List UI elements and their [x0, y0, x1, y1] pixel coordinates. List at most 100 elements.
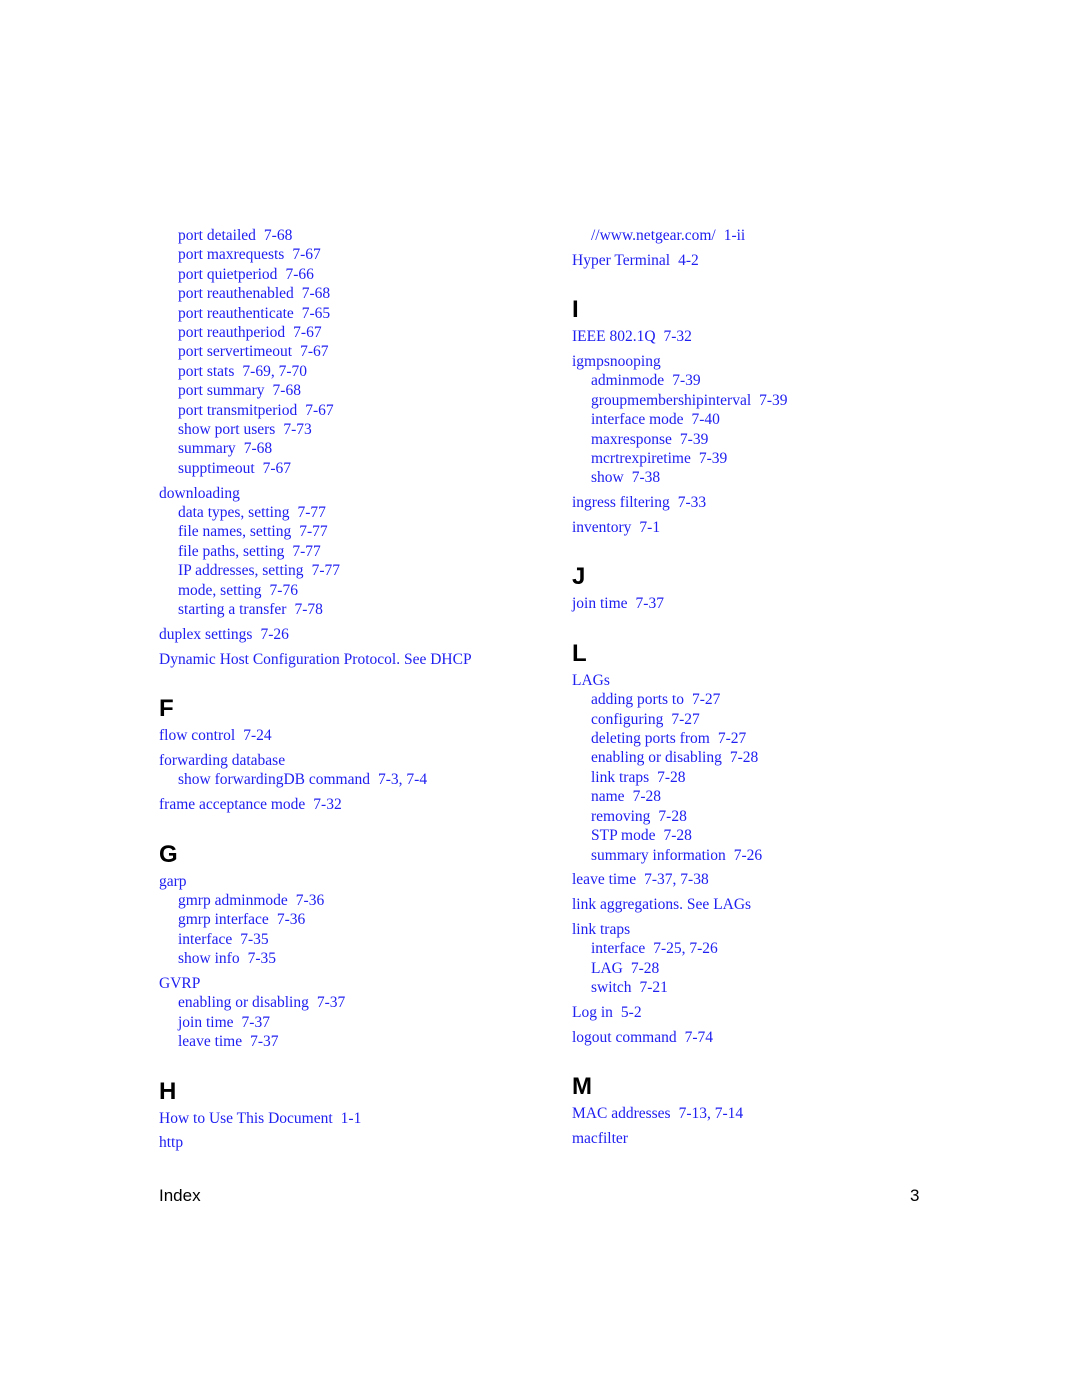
index-page-ref[interactable]: 7-39	[699, 450, 727, 467]
index-term[interactable]: port transmitperiod	[178, 402, 297, 419]
index-entry[interactable]: join time 7-37	[572, 594, 952, 613]
index-page-ref[interactable]: 7-28	[730, 749, 758, 766]
index-subentry[interactable]: show port users 7-73	[159, 420, 549, 439]
index-page-ref[interactable]: 7-73	[283, 421, 311, 438]
index-subentry[interactable]: switch 7-21	[572, 978, 952, 997]
index-page-ref[interactable]: 7-68	[264, 227, 292, 244]
index-term[interactable]: ingress filtering	[572, 494, 670, 511]
index-page-ref[interactable]: 7-67	[292, 246, 320, 263]
index-term[interactable]: garp	[159, 873, 187, 890]
index-subentry[interactable]: gmrp adminmode 7-36	[159, 891, 549, 910]
index-term[interactable]: mcrtrexpiretime	[591, 450, 691, 467]
index-subentry[interactable]: port stats 7-69, 7-70	[159, 362, 549, 381]
index-page-ref[interactable]: 7-68	[244, 440, 272, 457]
index-subentry[interactable]: IP addresses, setting 7-77	[159, 561, 549, 580]
index-term[interactable]: port servertimeout	[178, 343, 292, 360]
index-term[interactable]: port reauthperiod	[178, 324, 285, 341]
index-term[interactable]: Hyper Terminal	[572, 252, 670, 269]
index-entry[interactable]: Dynamic Host Configuration Protocol. See…	[159, 650, 549, 669]
index-page-ref[interactable]: 7-28	[631, 960, 659, 977]
index-subentry[interactable]: port transmitperiod 7-67	[159, 401, 549, 420]
index-term[interactable]: link traps	[591, 769, 649, 786]
index-subentry[interactable]: summary information 7-26	[572, 846, 952, 865]
index-term[interactable]: supptimeout	[178, 460, 255, 477]
index-term[interactable]: GVRP	[159, 975, 200, 992]
index-term[interactable]: summary information	[591, 847, 726, 864]
index-subentry[interactable]: show 7-38	[572, 468, 952, 487]
index-term[interactable]: port detailed	[178, 227, 256, 244]
index-term[interactable]: gmrp interface	[178, 911, 269, 928]
index-term[interactable]: show	[591, 469, 624, 486]
index-subentry[interactable]: STP mode 7-28	[572, 826, 952, 845]
index-term[interactable]: deleting ports from	[591, 730, 710, 747]
index-term[interactable]: interface	[178, 931, 232, 948]
index-page-ref[interactable]: 7-68	[302, 285, 330, 302]
index-subentry[interactable]: port reauthperiod 7-67	[159, 323, 549, 342]
index-term[interactable]: IEEE 802.1Q	[572, 328, 656, 345]
index-page-ref[interactable]: 7-33	[678, 494, 706, 511]
index-term[interactable]: leave time	[178, 1033, 242, 1050]
index-subentry[interactable]: interface 7-25, 7-26	[572, 939, 952, 958]
index-term[interactable]: leave time	[572, 871, 636, 888]
index-term[interactable]: groupmembershipinterval	[591, 392, 751, 409]
index-page-ref[interactable]: 7-65	[302, 305, 330, 322]
index-page-ref[interactable]: 7-67	[305, 402, 333, 419]
index-term[interactable]: macfilter	[572, 1130, 628, 1147]
index-entry[interactable]: LAGs	[572, 671, 952, 690]
index-subentry[interactable]: name 7-28	[572, 787, 952, 806]
index-subentry[interactable]: interface 7-35	[159, 930, 549, 949]
index-term[interactable]: inventory	[572, 519, 631, 536]
index-subentry[interactable]: enabling or disabling 7-37	[159, 993, 549, 1012]
index-page-ref[interactable]: 7-35	[248, 950, 276, 967]
index-page-ref[interactable]: 7-40	[692, 411, 720, 428]
index-term[interactable]: summary	[178, 440, 236, 457]
index-entry[interactable]: Log in 5-2	[572, 1003, 952, 1022]
index-term[interactable]: port maxrequests	[178, 246, 284, 263]
index-term[interactable]: logout command	[572, 1029, 677, 1046]
index-page-ref[interactable]: 7-27	[692, 691, 720, 708]
index-term[interactable]: IP addresses, setting	[178, 562, 304, 579]
index-term[interactable]: gmrp adminmode	[178, 892, 288, 909]
index-term[interactable]: data types, setting	[178, 504, 290, 521]
index-term[interactable]: interface mode	[591, 411, 684, 428]
index-page-ref[interactable]: 7-26	[260, 626, 288, 643]
index-term[interactable]: port reauthenabled	[178, 285, 294, 302]
index-page-ref[interactable]: 7-1	[639, 519, 660, 536]
index-page-ref[interactable]: 5-2	[621, 1004, 642, 1021]
index-page-ref[interactable]: 7-37, 7-38	[644, 871, 709, 888]
index-entry[interactable]: How to Use This Document 1-1	[159, 1109, 549, 1128]
index-page-ref[interactable]: 7-13, 7-14	[679, 1105, 744, 1122]
index-page-ref[interactable]: 7-27	[671, 711, 699, 728]
index-subentry[interactable]: summary 7-68	[159, 439, 549, 458]
index-entry[interactable]: frame acceptance mode 7-32	[159, 795, 549, 814]
index-subentry[interactable]: show forwardingDB command 7-3, 7-4	[159, 770, 549, 789]
index-page-ref[interactable]: 7-78	[294, 601, 322, 618]
index-subentry[interactable]: port summary 7-68	[159, 381, 549, 400]
index-page-ref[interactable]: 7-37	[317, 994, 345, 1011]
index-page-ref[interactable]: 7-39	[759, 392, 787, 409]
index-term[interactable]: forwarding database	[159, 752, 285, 769]
index-entry[interactable]: GVRP	[159, 974, 549, 993]
index-page-ref[interactable]: 7-67	[300, 343, 328, 360]
index-subentry[interactable]: link traps 7-28	[572, 768, 952, 787]
index-term[interactable]: configuring	[591, 711, 663, 728]
index-term[interactable]: igmpsnooping	[572, 353, 661, 370]
index-page-ref[interactable]: 7-27	[718, 730, 746, 747]
index-term[interactable]: //www.netgear.com/	[591, 227, 716, 244]
index-entry[interactable]: macfilter	[572, 1129, 952, 1148]
index-subentry[interactable]: join time 7-37	[159, 1013, 549, 1032]
index-term[interactable]: interface	[591, 940, 645, 957]
index-page-ref[interactable]: 7-36	[296, 892, 324, 909]
index-subentry[interactable]: port quietperiod 7-66	[159, 265, 549, 284]
index-page-ref[interactable]: 7-39	[680, 431, 708, 448]
index-entry[interactable]: ingress filtering 7-33	[572, 493, 952, 512]
index-term[interactable]: LAGs	[572, 672, 610, 689]
index-subentry[interactable]: configuring 7-27	[572, 710, 952, 729]
index-page-ref[interactable]: 7-37	[242, 1014, 270, 1031]
index-term[interactable]: STP mode	[591, 827, 655, 844]
index-page-ref[interactable]: 7-28	[663, 827, 691, 844]
index-subentry[interactable]: show info 7-35	[159, 949, 549, 968]
index-entry[interactable]: inventory 7-1	[572, 518, 952, 537]
index-subentry[interactable]: interface mode 7-40	[572, 410, 952, 429]
index-term[interactable]: show info	[178, 950, 240, 967]
